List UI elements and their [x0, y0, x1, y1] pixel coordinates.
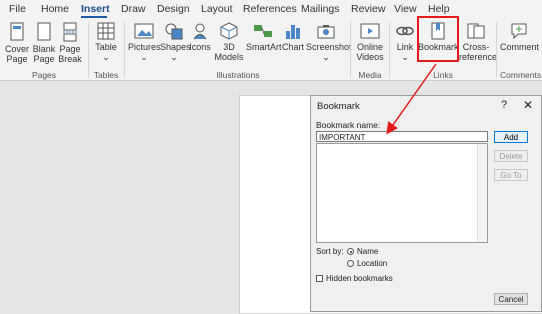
annotation-arrow [386, 63, 437, 135]
